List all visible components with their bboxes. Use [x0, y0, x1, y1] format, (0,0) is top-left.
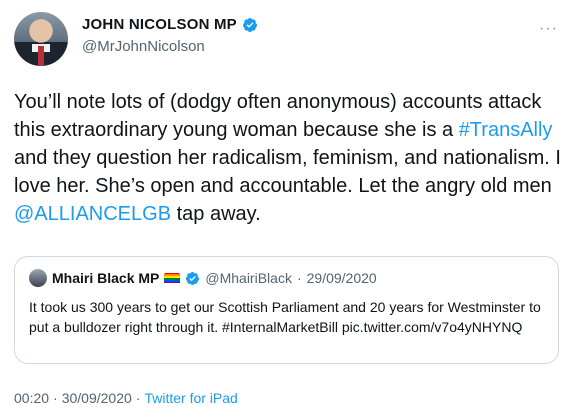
more-dots-icon[interactable]: ···	[539, 20, 558, 38]
verified-badge-icon	[186, 271, 200, 285]
hashtag-link[interactable]: #TransAlly	[459, 119, 553, 141]
author-avatar[interactable]	[14, 12, 68, 66]
quoted-tweet-header: Mhairi Black MP @MhairiBlack · 29/09/202…	[29, 269, 377, 287]
tweet-text-part: and they question her radicalism, femini…	[14, 147, 561, 197]
tweet-text-part: tap away.	[171, 203, 261, 225]
meta-separator: ·	[53, 390, 58, 406]
meta-separator: ·	[296, 270, 302, 286]
author-handle[interactable]: @MrJohnNicolson	[82, 38, 205, 55]
author-name-row: JOHN NICOLSON MP	[82, 16, 258, 33]
tweet-date[interactable]: 30/09/2020	[62, 390, 132, 406]
avatar-tie	[38, 46, 44, 66]
author-display-name[interactable]: JOHN NICOLSON MP	[82, 16, 237, 33]
mention-link[interactable]: @ALLIANCELGB	[14, 203, 171, 225]
quoted-tweet-text: It took us 300 years to get our Scottish…	[29, 299, 541, 335]
quoted-tweet-card[interactable]: Mhairi Black MP @MhairiBlack · 29/09/202…	[14, 256, 559, 364]
verified-badge-icon	[242, 17, 257, 32]
tweet-body: You’ll note lots of (dodgy often anonymo…	[14, 88, 562, 228]
quoted-author-handle: @MhairiBlack	[205, 270, 292, 286]
tweet-footer: 00:20 · 30/09/2020 · Twitter for iPad	[14, 390, 238, 406]
rainbow-flag-icon	[164, 272, 181, 284]
meta-separator: ·	[135, 390, 141, 406]
quoted-tweet-date: 29/09/2020	[306, 270, 377, 286]
tweet-source-link[interactable]: Twitter for iPad	[144, 390, 237, 406]
quoted-author-avatar	[29, 269, 47, 287]
quoted-author-name: Mhairi Black MP	[52, 270, 160, 286]
tweet-time[interactable]: 00:20	[14, 390, 49, 406]
